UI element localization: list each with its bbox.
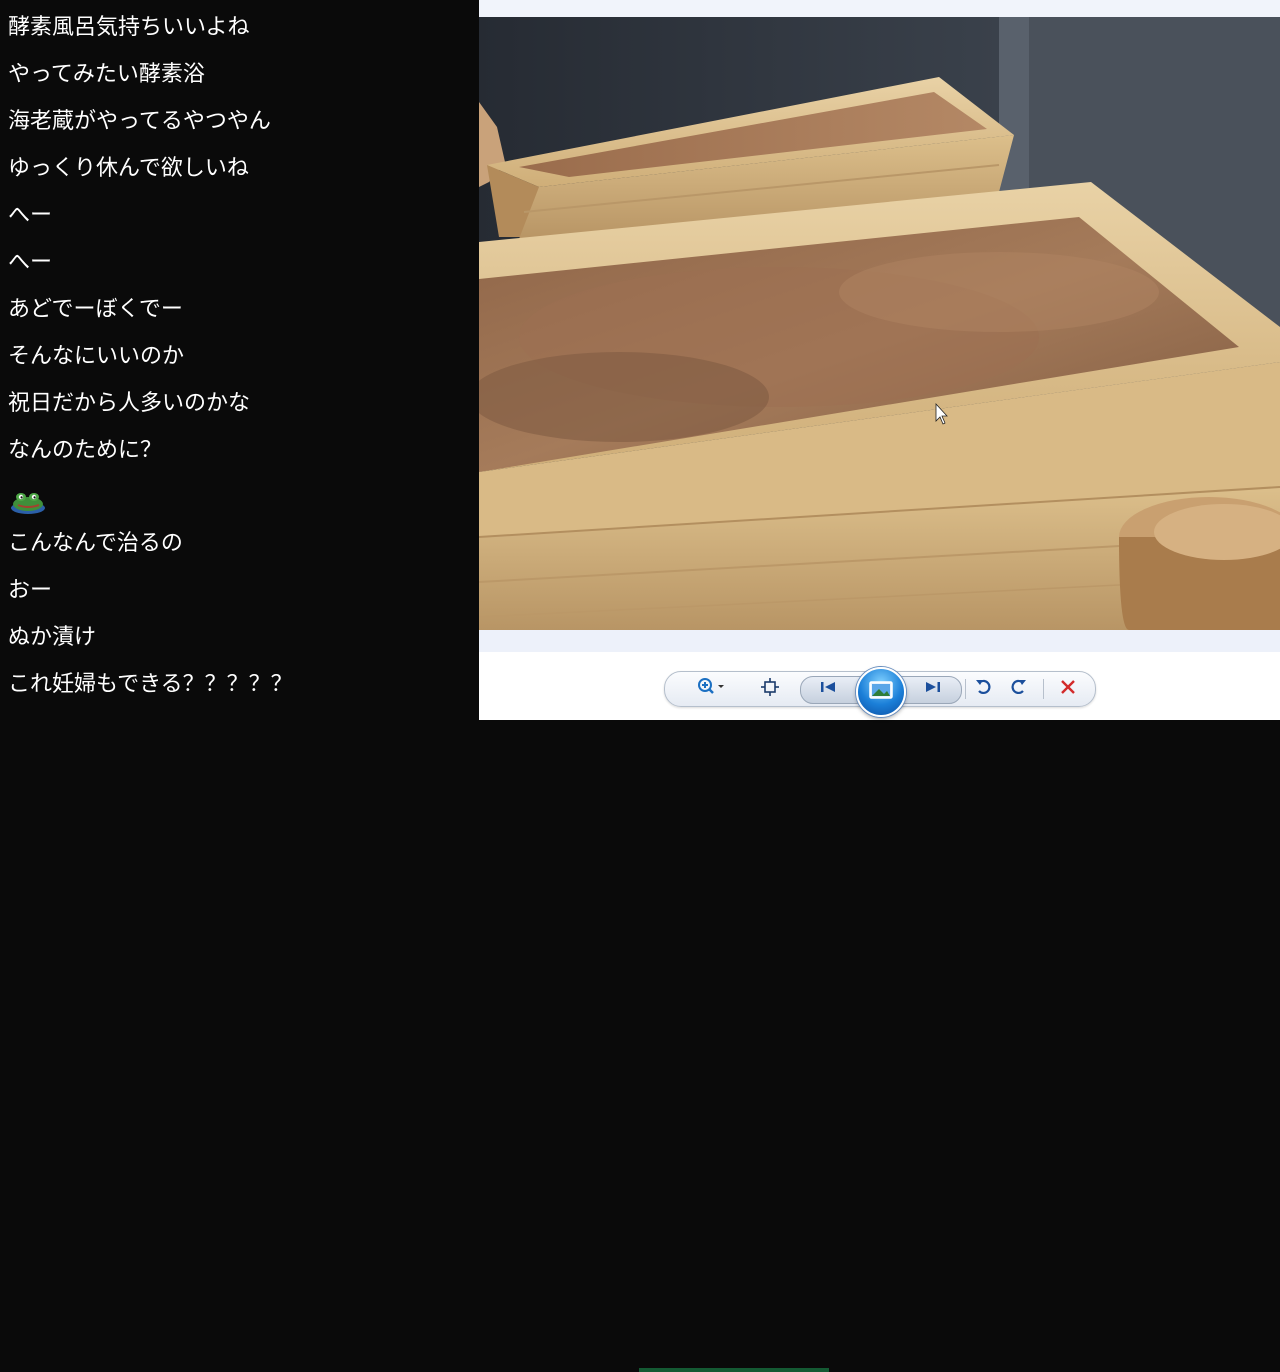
skip-next-icon	[924, 679, 942, 699]
chat-message: やってみたい酵素浴	[8, 62, 205, 87]
photo-viewer-window	[479, 0, 1280, 1372]
slideshow-button[interactable]	[856, 667, 906, 717]
chat-message: ゆっくり休んで欲しいね	[8, 156, 249, 181]
chat-message: ぬか漬け	[8, 625, 97, 650]
magnifier-icon	[696, 677, 726, 701]
rotate-right-button[interactable]	[1003, 677, 1033, 701]
rotate-left-button[interactable]	[969, 677, 999, 701]
actual-size-button[interactable]	[755, 677, 785, 701]
chat-message: おー	[8, 578, 53, 603]
viewer-toolbar-area	[479, 652, 1280, 1372]
zoom-button[interactable]	[693, 677, 729, 701]
skip-previous-icon	[819, 679, 837, 699]
chat-message: なんのために？	[8, 438, 163, 463]
chat-message: これ妊婦もできる？？？？？	[8, 672, 293, 697]
frog-emote-icon	[8, 488, 48, 516]
fit-window-icon	[760, 677, 780, 701]
close-icon	[1059, 678, 1077, 700]
chat-message: 祝日だから人多いのかな	[8, 391, 251, 416]
viewer-status-strip	[479, 630, 1280, 652]
background-window-edge	[639, 1368, 829, 1372]
rotate-cw-icon	[1008, 677, 1028, 701]
chat-message: 酵素風呂気持ちいいよね	[8, 15, 250, 40]
next-button[interactable]	[918, 677, 948, 701]
previous-button[interactable]	[813, 677, 843, 701]
chat-message: こんなんで治るの	[8, 531, 183, 556]
viewer-toolbar	[664, 667, 1096, 717]
toolbar-separator	[1043, 679, 1044, 699]
slideshow-icon	[869, 681, 893, 703]
chat-message: 海老蔵がやってるやつやん	[8, 109, 271, 134]
toolbar-separator	[965, 679, 966, 699]
chat-message: そんなにいいのか	[8, 344, 185, 369]
enzyme-bath-photo	[479, 17, 1280, 630]
chat-message: へー	[8, 250, 53, 275]
rotate-ccw-icon	[974, 677, 994, 701]
chat-panel: 酵素風呂気持ちいいよね やってみたい酵素浴 海老蔵がやってるやつやん ゆっくり休…	[0, 0, 479, 720]
chat-message: へー	[8, 203, 53, 228]
chat-message: あどでーぼくでー	[8, 297, 183, 322]
delete-button[interactable]	[1053, 677, 1083, 701]
